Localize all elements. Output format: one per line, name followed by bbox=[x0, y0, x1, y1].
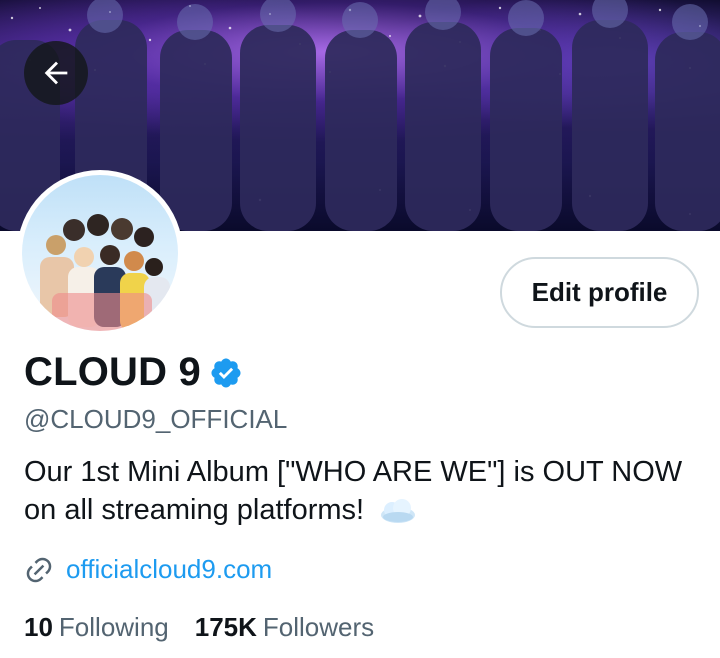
following-stat[interactable]: 10 Following bbox=[24, 612, 169, 643]
profile-avatar[interactable] bbox=[17, 170, 183, 336]
avatar-people-illustration bbox=[40, 214, 170, 331]
verified-badge-icon bbox=[211, 357, 241, 388]
link-icon bbox=[26, 557, 52, 582]
profile-name-row: CLOUD 9 bbox=[24, 350, 243, 395]
followers-label: Followers bbox=[262, 612, 375, 642]
arrow-left-icon bbox=[44, 61, 68, 85]
edit-profile-button[interactable]: Edit profile bbox=[500, 257, 699, 328]
profile-handle: @CLOUD9_OFFICIAL bbox=[24, 404, 288, 434]
avatar-group-photo bbox=[22, 175, 178, 331]
profile-bio: Our 1st Mini Album ["WHO ARE WE"] is OUT… bbox=[24, 453, 684, 529]
followers-count: 175K bbox=[194, 612, 257, 642]
profile-bio-text: Our 1st Mini Album ["WHO ARE WE"] is OUT… bbox=[24, 456, 683, 526]
followers-stat[interactable]: 175K Followers bbox=[195, 612, 374, 643]
profile-display-name: CLOUD 9 bbox=[24, 350, 201, 394]
following-count: 10 bbox=[24, 612, 53, 642]
profile-website-link[interactable]: officialcloud9.com bbox=[66, 554, 272, 585]
cloud-icon bbox=[381, 499, 416, 524]
profile-stats: 10 Following 175K Followers bbox=[24, 612, 400, 643]
back-button[interactable] bbox=[24, 41, 88, 105]
profile-website-row[interactable]: officialcloud9.com bbox=[24, 554, 272, 585]
following-label: Following bbox=[58, 612, 169, 642]
